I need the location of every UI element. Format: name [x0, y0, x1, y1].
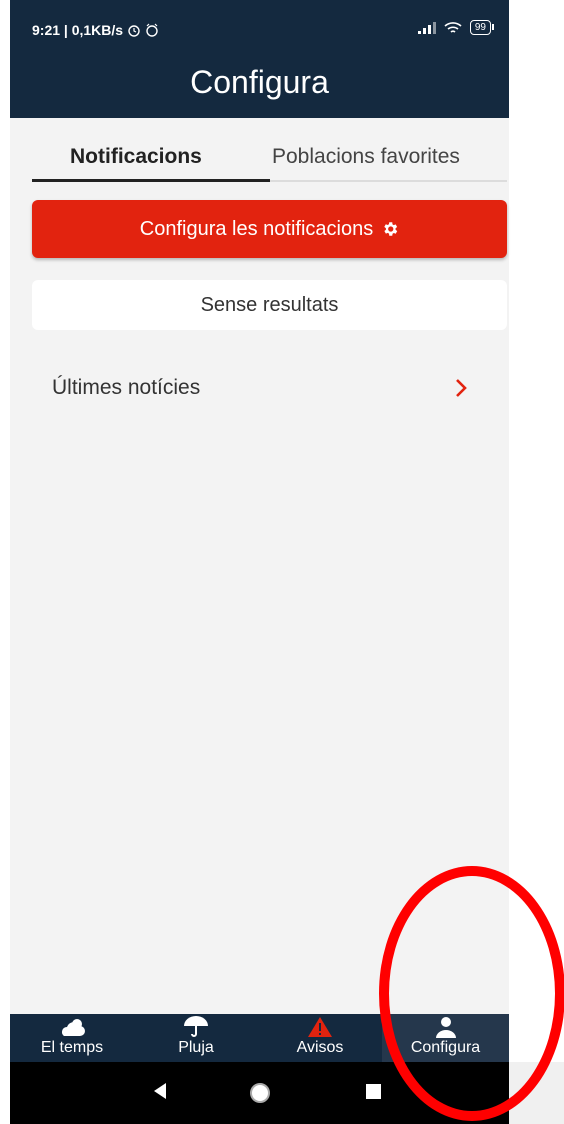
alarm-icon: [128, 25, 140, 37]
latest-news-row[interactable]: Últimes notícies: [32, 360, 507, 418]
nav-item-el-temps[interactable]: El temps: [10, 1014, 134, 1062]
nav-label-pluja: Pluja: [178, 1039, 214, 1056]
configure-notifications-button[interactable]: Configura les notificacions: [32, 200, 507, 258]
warning-icon: [308, 1017, 332, 1037]
status-right: 99: [417, 20, 495, 35]
back-icon[interactable]: [152, 1082, 168, 1100]
wifi-icon: [444, 21, 462, 33]
nav-item-configura[interactable]: Configura: [382, 1014, 509, 1062]
user-icon: [435, 1017, 456, 1038]
status-time-speed: 9:21 | 0,1KB/s: [32, 22, 124, 38]
configure-notifications-label: Configura les notificacions: [139, 217, 374, 240]
active-tab-indicator: [32, 179, 270, 182]
tab-poblacions-favorites[interactable]: Poblacions favorites: [272, 145, 460, 169]
cloud-icon: [62, 1019, 85, 1036]
status-bar: 9:21 | 0,1KB/s 99: [10, 0, 509, 52]
empty-results-box: Sense resultats: [32, 280, 507, 330]
right-margin: [509, 0, 564, 1124]
right-margin-bottom: [509, 1062, 564, 1124]
empty-results-text: Sense resultats: [200, 293, 339, 316]
status-left: 9:21 | 0,1KB/s: [32, 22, 159, 38]
chevron-right-icon: [456, 379, 467, 397]
gear-icon: [384, 222, 398, 236]
umbrella-icon: [184, 1016, 208, 1037]
nav-item-pluja[interactable]: Pluja: [134, 1014, 258, 1062]
recents-icon[interactable]: [366, 1084, 381, 1099]
nav-label-el-temps: El temps: [40, 1039, 104, 1056]
home-icon[interactable]: [249, 1082, 271, 1104]
system-navigation-bar: [10, 1062, 509, 1124]
bottom-navigation: El temps Pluja Avisos Configura: [10, 1014, 509, 1062]
signal-icon: [417, 21, 436, 34]
nav-label-avisos: Avisos: [296, 1039, 344, 1056]
latest-news-label: Últimes notícies: [52, 376, 201, 399]
page-title: Configura: [190, 64, 329, 100]
nav-label-configura: Configura: [410, 1039, 481, 1056]
battery-indicator: 99: [469, 20, 495, 35]
tab-bar: Notificacions Poblacions favorites: [32, 130, 507, 182]
app-header: Configura: [10, 52, 509, 118]
tab-notificacions[interactable]: Notificacions: [70, 145, 202, 169]
nav-item-avisos[interactable]: Avisos: [258, 1014, 382, 1062]
alarm-clock-icon: [146, 23, 158, 37]
